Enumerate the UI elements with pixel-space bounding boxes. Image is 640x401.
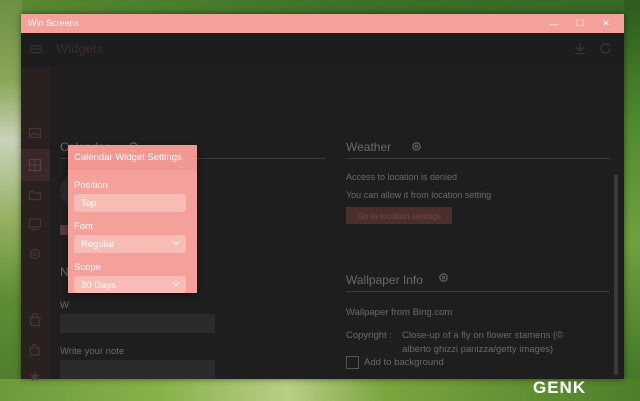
copyright-label: Copyright : [346,330,392,341]
notes-field-label: W [60,300,69,311]
scope-label: Scope [74,262,101,273]
widgets-icon[interactable] [28,158,42,172]
puzzle-icon[interactable] [28,343,42,357]
folder-icon[interactable] [28,188,42,202]
font-dropdown[interactable]: Regular [74,235,186,253]
star-icon[interactable] [28,371,42,381]
wallpaper-source-text: Wallpaper from Bing.com [346,307,453,318]
copyright-line-2: alberto ghizzi panizza/getty images) [402,344,554,355]
location-setting-hint: You can allow it from location setting [346,190,492,200]
hamburger-menu-icon[interactable] [29,42,43,56]
store-icon[interactable] [28,313,42,327]
location-denied-text: Access to location is denied [346,172,458,182]
maximize-button[interactable]: ☐ [567,14,593,33]
desktop-background-left [0,0,22,401]
wallpaper-settings-gear-icon[interactable] [438,272,449,283]
window-title: Win Screens [28,18,80,28]
scope-value: 30 Days [81,280,116,291]
popup-title-bar: Calendar Widget Settings [68,145,197,170]
genk-watermark: GENK [533,378,587,397]
sidebar [21,67,50,381]
weather-divider [346,158,610,159]
scope-chevron-down-icon [172,282,180,287]
refresh-icon[interactable] [599,42,612,55]
weather-section-title: Weather [346,140,392,154]
position-input[interactable]: Top [74,194,186,212]
content-scrollbar[interactable] [614,175,618,375]
copyright-line-1: Close-up of a fly on flower stamens (© [402,330,564,341]
weather-settings-gear-icon[interactable] [411,141,422,152]
image-icon[interactable] [28,126,42,140]
location-settings-button[interactable]: Go to location settings [346,207,452,224]
settings-icon[interactable] [28,247,42,261]
calendar-widget-settings-popup: Calendar Widget Settings Position Top Fo… [68,145,197,293]
add-to-background-label: Add to background [364,357,444,368]
position-label: Position [74,180,108,191]
font-value: Regular [81,239,115,250]
wallpaper-divider [346,291,610,292]
close-button[interactable]: ✕ [593,14,619,33]
page-title: Widgets [56,41,103,56]
note-title-input[interactable] [60,314,215,333]
popup-title: Calendar Widget Settings [74,152,182,163]
wallpaper-section-title: Wallpaper Info [346,273,423,287]
add-to-background-checkbox[interactable] [346,356,359,369]
note-input[interactable] [60,360,215,379]
monitor-icon[interactable] [28,217,42,231]
write-note-label: Write your note [60,346,125,357]
font-chevron-down-icon [172,241,180,246]
download-icon[interactable] [574,42,586,55]
title-bar[interactable]: Win Screens — ☐ ✕ [21,14,624,33]
position-value: Top [81,198,97,209]
scope-dropdown[interactable]: 30 Days [74,276,186,293]
desktop-background-right [624,0,640,401]
font-label: Font [74,221,94,232]
app-header: Widgets [21,33,624,67]
minimize-button[interactable]: — [541,14,567,33]
